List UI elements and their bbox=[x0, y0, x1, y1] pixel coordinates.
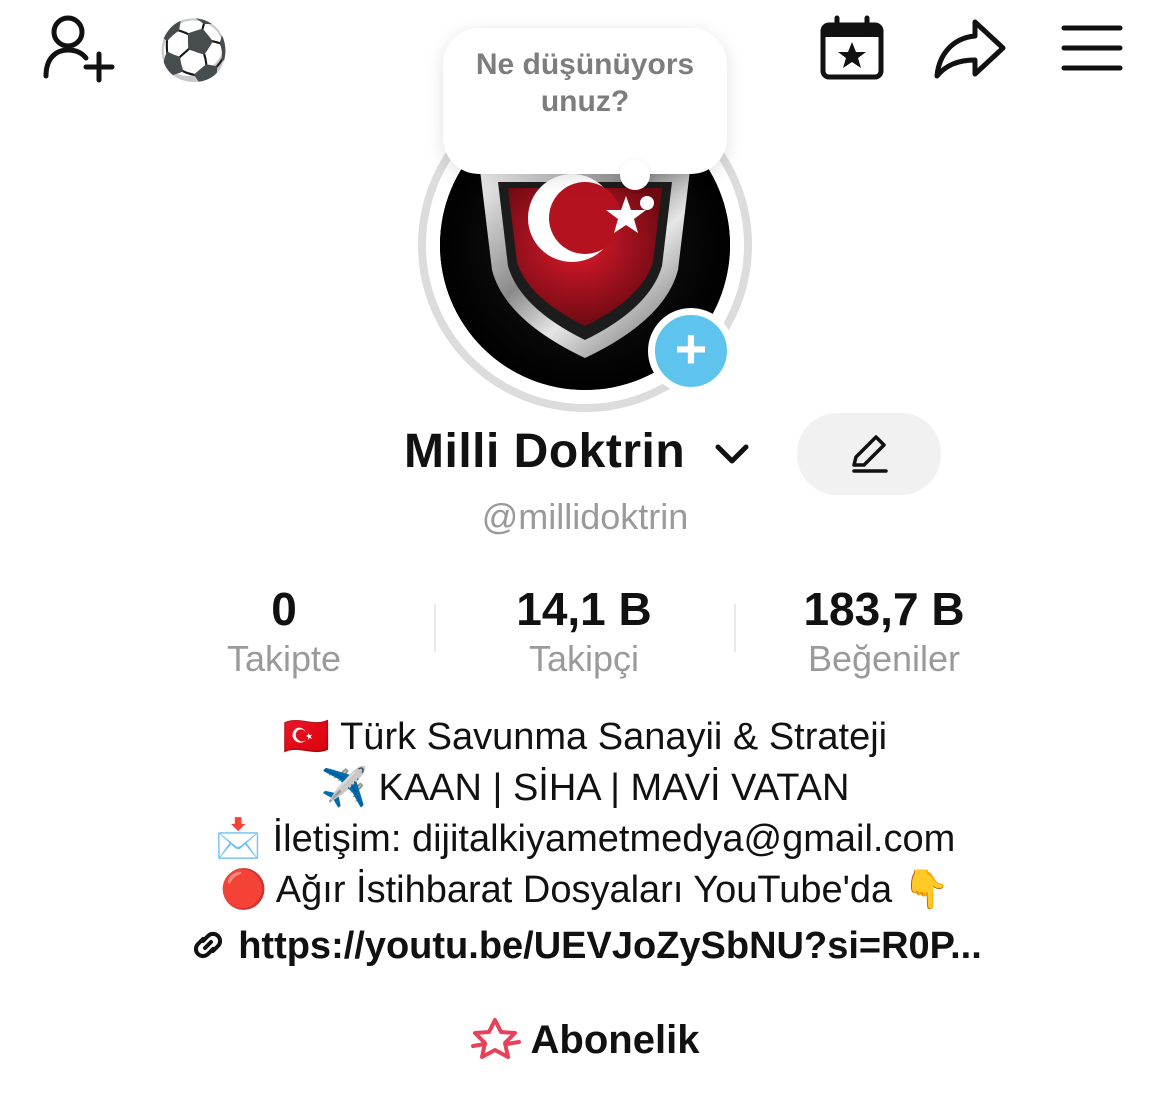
menu-button[interactable] bbox=[1056, 16, 1128, 80]
subscription-star-icon bbox=[470, 1018, 521, 1060]
profile-name[interactable]: Milli Doktrin bbox=[404, 424, 685, 479]
red-circle-icon: 🔴 bbox=[219, 869, 268, 911]
note-bubble-tail bbox=[620, 160, 650, 190]
add-story-button[interactable]: + bbox=[648, 308, 734, 394]
bio: 🇹🇷 Türk Savunma Sanayii & Strateji ✈️ KA… bbox=[0, 712, 1170, 916]
stat-likes-label: Beğeniler bbox=[807, 638, 961, 679]
add-friend-button[interactable] bbox=[38, 12, 118, 84]
chevron-down-icon bbox=[715, 444, 749, 464]
stat-following-value: 0 bbox=[271, 583, 297, 635]
note-bubble-tail-dot bbox=[640, 196, 654, 210]
share-button[interactable] bbox=[930, 12, 1010, 84]
bio-line-text: Türk Savunma Sanayii & Strateji bbox=[340, 716, 888, 758]
soccer-ball-icon[interactable]: ⚽ bbox=[156, 18, 232, 84]
bio-line: 🇹🇷 Türk Savunma Sanayii & Strateji bbox=[0, 712, 1170, 763]
calendar-star-icon bbox=[820, 15, 884, 80]
subscription-button[interactable]: Abonelik bbox=[0, 1014, 1170, 1066]
stat-followers-value: 14,1 B bbox=[516, 583, 652, 635]
calendar-button[interactable] bbox=[814, 12, 890, 84]
stat-following[interactable]: 0 Takipte bbox=[134, 582, 434, 682]
pointing-down-icon: 👇 bbox=[902, 869, 951, 911]
hamburger-menu-icon bbox=[1061, 25, 1123, 71]
bio-line-text: KAAN | SİHA | MAVİ VATAN bbox=[378, 767, 850, 809]
bio-line: 🔴 Ağır İstihbarat Dosyaları YouTube'da 👇 bbox=[0, 865, 1170, 916]
turkey-flag-icon: 🇹🇷 bbox=[282, 716, 331, 758]
stat-likes[interactable]: 183,7 B Beğeniler bbox=[734, 582, 1034, 682]
edit-profile-button[interactable] bbox=[797, 413, 941, 495]
stat-followers-label: Takipçi bbox=[528, 638, 640, 679]
note-bubble-text: Ne düşünüyorsunuz? bbox=[475, 48, 695, 118]
account-switcher[interactable] bbox=[710, 432, 754, 476]
airplane-icon: ✈️ bbox=[320, 767, 368, 809]
stat-followers[interactable]: 14,1 B Takipçi bbox=[434, 582, 734, 682]
stat-following-label: Takipte bbox=[226, 638, 342, 679]
note-bubble[interactable]: Ne düşünüyorsunuz? bbox=[443, 28, 727, 174]
link-icon bbox=[194, 931, 223, 959]
bio-line: ✈️ KAAN | SİHA | MAVİ VATAN bbox=[0, 763, 1170, 814]
pencil-icon bbox=[852, 435, 888, 473]
subscription-label: Abonelik bbox=[530, 1018, 700, 1062]
bio-line-text: Ağır İstihbarat Dosyaları YouTube'da bbox=[275, 869, 893, 911]
stat-likes-value: 183,7 B bbox=[803, 583, 965, 635]
share-arrow-icon bbox=[934, 19, 1006, 79]
username: @millidoktrin bbox=[481, 496, 689, 537]
profile-link-text: https://youtu.be/UEVJoZySbNU?si=R0P... bbox=[238, 925, 982, 967]
envelope-icon: 📩 bbox=[214, 818, 263, 860]
bio-line-text: İletişim: dijitalkiyametmedya@gmail.com bbox=[272, 818, 956, 860]
profile-link[interactable]: https://youtu.be/UEVJoZySbNU?si=R0P... bbox=[0, 920, 1170, 972]
person-plus-icon bbox=[43, 15, 115, 83]
bio-line: 📩 İletişim: dijitalkiyametmedya@gmail.co… bbox=[0, 814, 1170, 865]
